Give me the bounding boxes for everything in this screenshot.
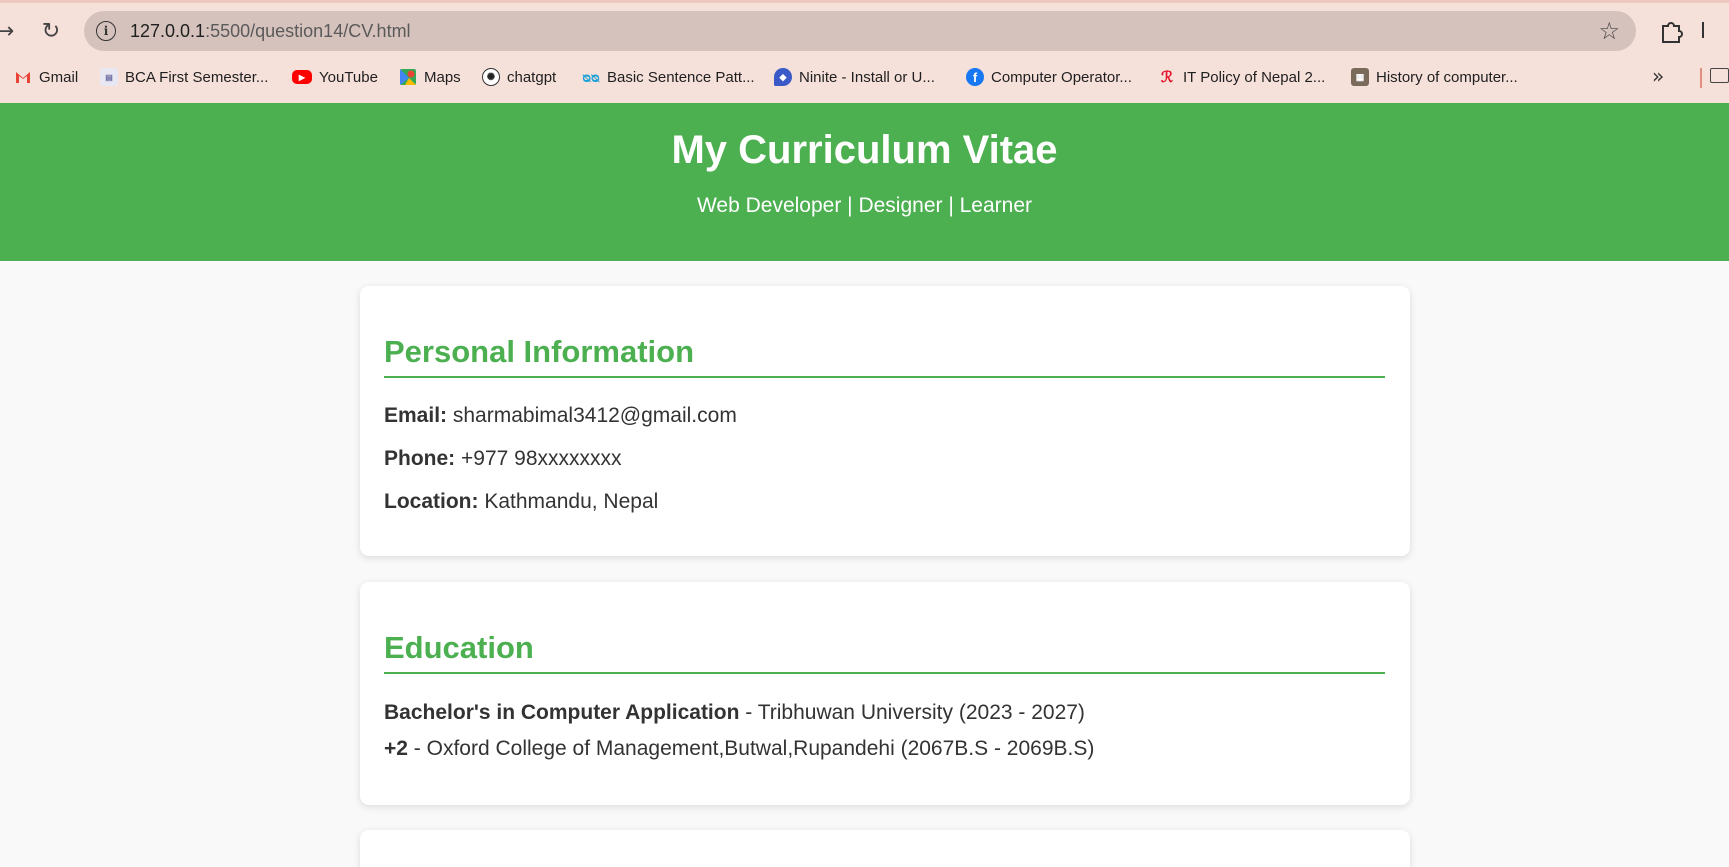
bookmarks-bar: Gmail ▤ BCA First Semester... ▶ YouTube … — [0, 62, 1729, 92]
bookmark-ninite[interactable]: ◆ Ninite - Install or U... — [774, 64, 935, 90]
phone-row: Phone: +977 98xxxxxxxx — [384, 447, 622, 471]
browser-chrome: → ↻ i 127.0.0.1:5500/question14/CV.html … — [0, 0, 1729, 103]
bookmark-label: IT Policy of Nepal 2... — [1183, 68, 1326, 86]
url-text[interactable]: 127.0.0.1:5500/question14/CV.html — [130, 21, 411, 42]
url-host: 127.0.0.1 — [130, 21, 206, 41]
bookmark-maps[interactable]: Maps — [399, 64, 461, 90]
page-title: My Curriculum Vitae — [671, 128, 1058, 172]
bookmark-label: BCA First Semester... — [125, 68, 269, 86]
phone-label: Phone: — [384, 447, 456, 470]
address-bar[interactable]: i 127.0.0.1:5500/question14/CV.html ☆ — [84, 11, 1636, 51]
personal-info-card: Personal Information Email: sharmabimal3… — [360, 286, 1410, 556]
forward-icon[interactable]: → — [0, 16, 20, 46]
bookmark-label: Computer Operator... — [991, 68, 1132, 86]
facebook-icon: f — [966, 68, 984, 86]
url-path: :5500/question14/CV.html — [205, 21, 411, 41]
bookmark-label: YouTube — [319, 68, 378, 86]
more-bookmarks-icon[interactable]: » — [1652, 64, 1664, 88]
page-subtitle: Web Developer | Designer | Learner — [696, 194, 1033, 217]
folder-icon[interactable] — [1710, 68, 1729, 83]
next-section-card — [360, 830, 1410, 867]
bookmark-gmail[interactable]: Gmail — [14, 64, 78, 90]
location-value: Kathmandu, Nepal — [484, 490, 659, 513]
chatgpt-icon: ✺ — [482, 68, 500, 86]
site-icon: ℛ — [1161, 69, 1173, 86]
degree-detail: Tribhuwan University (2023 - 2027) — [757, 701, 1085, 724]
email-label: Email: — [384, 404, 448, 427]
image-icon: ▦ — [1351, 68, 1369, 86]
email-value: sharmabimal3412@gmail.com — [452, 404, 737, 427]
bookmark-label: History of computer... — [1376, 68, 1518, 86]
location-row: Location: Kathmandu, Nepal — [384, 490, 658, 514]
bookmark-label: Maps — [424, 68, 461, 86]
page-content: My Curriculum Vitae Web Developer | Desi… — [0, 103, 1729, 867]
maps-icon — [400, 69, 416, 85]
education-item: Bachelor's in Computer Application - Tri… — [384, 701, 1085, 724]
degree-name: Bachelor's in Computer Application — [384, 701, 740, 724]
bookmark-history[interactable]: ▦ History of computer... — [1351, 64, 1518, 90]
youtube-icon: ▶ — [292, 70, 312, 84]
location-label: Location: — [384, 490, 479, 513]
personal-info-heading: Personal Information — [384, 334, 1385, 378]
bookmark-youtube[interactable]: ▶ YouTube — [292, 64, 378, 90]
bookmark-label: Ninite - Install or U... — [799, 68, 935, 86]
bookmark-basic-sentence[interactable]: ᴓᴓ Basic Sentence Patt... — [582, 64, 755, 90]
cv-header: My Curriculum Vitae Web Developer | Desi… — [0, 103, 1729, 261]
bookmark-bca[interactable]: ▤ BCA First Semester... — [100, 64, 268, 90]
education-item: +2 - Oxford College of Management,Butwal… — [384, 737, 1095, 760]
gmail-icon — [16, 72, 30, 83]
bookmark-chatgpt[interactable]: ✺ chatgpt — [482, 64, 556, 90]
menu-icon[interactable] — [1702, 22, 1704, 38]
bookmark-star-icon[interactable]: ☆ — [1598, 17, 1620, 45]
email-row: Email: sharmabimal3412@gmail.com — [384, 404, 737, 428]
education-card: Education Bachelor's in Computer Applica… — [360, 582, 1410, 805]
degree-name: +2 — [384, 737, 408, 760]
phone-value: +977 98xxxxxxxx — [461, 447, 622, 470]
extensions-icon[interactable] — [1656, 16, 1686, 46]
site-info-icon[interactable]: i — [96, 21, 116, 41]
bookmark-computer-operator[interactable]: f Computer Operator... — [966, 64, 1132, 90]
bookmark-it-policy[interactable]: ℛ IT Policy of Nepal 2... — [1158, 64, 1325, 90]
quillbot-icon: ᴓᴓ — [582, 69, 600, 85]
document-icon: ▤ — [100, 68, 118, 86]
education-heading: Education — [384, 630, 1385, 674]
ninite-icon: ◆ — [774, 68, 792, 86]
bookmark-label: Gmail — [39, 68, 79, 86]
bookmark-label: chatgpt — [507, 68, 557, 86]
bookmark-label: Basic Sentence Patt... — [607, 68, 755, 86]
degree-detail: Oxford College of Management,Butwal,Rupa… — [426, 737, 1095, 760]
reload-icon[interactable]: ↻ — [36, 16, 66, 46]
tab-strip-edge — [0, 0, 1729, 3]
